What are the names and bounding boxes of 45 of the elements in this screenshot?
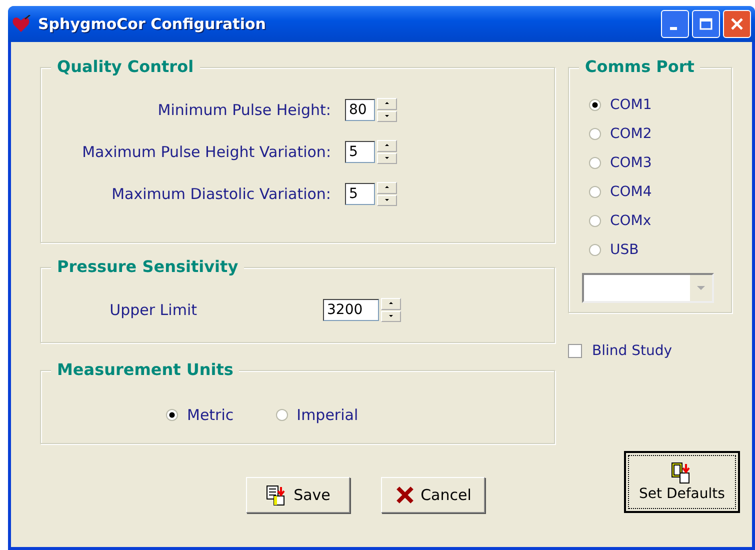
cross-icon (394, 485, 415, 505)
radio-label[interactable]: COM1 (610, 96, 652, 112)
dropdown[interactable] (582, 273, 714, 303)
radio-button[interactable] (589, 244, 601, 256)
radio-label[interactable]: Imperial (296, 406, 358, 424)
radio-label[interactable]: Metric (187, 406, 234, 424)
radio-button[interactable] (589, 214, 601, 226)
radio-label[interactable]: COM3 (610, 154, 652, 170)
close-icon (730, 17, 744, 31)
heart-icon (12, 15, 32, 33)
radio-button[interactable] (589, 156, 601, 168)
minimize-icon (670, 27, 676, 30)
spin-buttons[interactable] (377, 140, 397, 164)
checkbox[interactable] (568, 344, 582, 358)
checkbox-label[interactable]: Blind Study (592, 343, 672, 359)
group-title: Quality Control (51, 57, 200, 77)
field-label: Maximum Diastolic Variation: (110, 185, 331, 203)
number-field[interactable]: 3200 (323, 299, 379, 321)
save-button[interactable]: Save (246, 477, 350, 513)
radio-button[interactable] (589, 98, 601, 110)
spin-buttons[interactable] (381, 298, 401, 322)
radio-button[interactable] (589, 128, 601, 140)
number-field[interactable]: 80 (345, 99, 375, 121)
radio-label[interactable]: COM4 (610, 184, 652, 200)
radio-label[interactable]: COM2 (610, 126, 652, 142)
number-field[interactable]: 5 (345, 141, 375, 163)
field-label: Maximum Pulse Height Variation: (81, 143, 331, 161)
set-defaults-button[interactable]: Set Defaults (624, 451, 740, 513)
field-label: Upper Limit (108, 301, 198, 319)
number-field[interactable]: 5 (345, 183, 375, 205)
close-button[interactable] (723, 10, 751, 38)
group-title: Pressure Sensitivity (51, 257, 244, 277)
cancel-button[interactable]: Cancel (381, 477, 485, 513)
radio-label[interactable]: COMx (610, 212, 652, 228)
maximize-button[interactable] (692, 10, 720, 38)
spin-buttons[interactable] (377, 98, 397, 122)
window-title: SphygmoCor Configuration (38, 15, 267, 33)
radio-button[interactable] (589, 186, 601, 198)
maximize-icon (699, 17, 713, 31)
spin-buttons[interactable] (377, 182, 397, 206)
field-label: Minimum Pulse Height: (156, 101, 331, 119)
radio-button[interactable] (276, 409, 288, 421)
radio-button[interactable] (166, 409, 178, 421)
minimize-button[interactable] (661, 10, 689, 38)
radio-label[interactable]: USB (610, 242, 639, 258)
